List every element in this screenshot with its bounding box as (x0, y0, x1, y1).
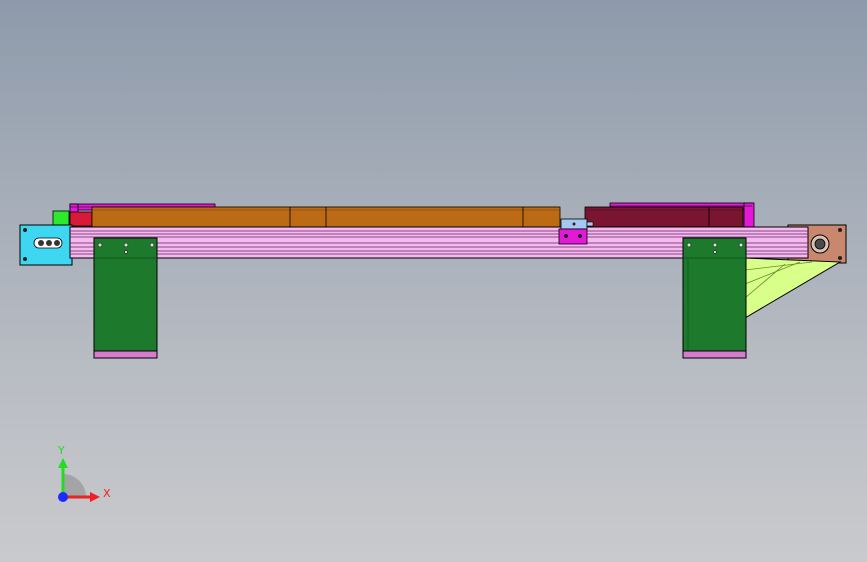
cad-viewport[interactable]: Y X (0, 0, 867, 562)
x-arrow-icon (90, 492, 100, 502)
y-arrow-icon (58, 458, 68, 468)
leg-block-right (682, 237, 747, 359)
carriage-brown (91, 206, 561, 229)
end-plate-left (19, 224, 73, 266)
carriage-maroon (584, 206, 744, 229)
y-axis-label: Y (57, 444, 65, 457)
conveyor-assembly-drawing: Y X (19, 202, 847, 502)
x-axis-label: X (103, 487, 111, 500)
sensor-block-left (52, 210, 70, 226)
support-bracket-right (744, 257, 842, 319)
red-clamp-left (69, 211, 93, 227)
coordinate-triad: Y X (57, 444, 111, 502)
z-axis-dot-icon (58, 492, 68, 502)
leg-block-left (93, 237, 158, 359)
